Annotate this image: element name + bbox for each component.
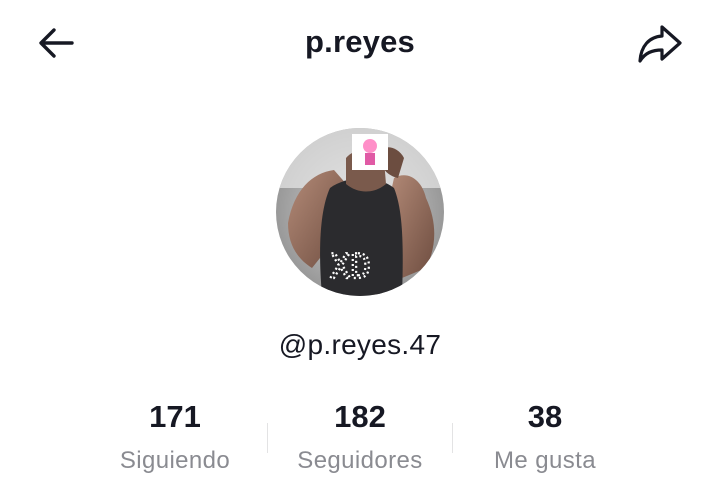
share-arrow-icon — [638, 25, 682, 63]
stat-following-count: 171 — [149, 399, 201, 434]
stat-following[interactable]: 171 Siguiendo — [82, 395, 268, 481]
page-title: p.reyes — [305, 24, 415, 59]
username-handle: @p.reyes.47 — [278, 329, 442, 360]
stat-likes[interactable]: 38 Me gusta — [452, 395, 638, 481]
profile-photo: XD — [276, 128, 444, 296]
profile-stats: 171 Siguiendo 182 Seguidores 38 Me gusta — [0, 395, 720, 485]
stat-following-label: Siguiendo — [119, 447, 231, 474]
stat-likes-count: 38 — [527, 399, 563, 434]
avatar-xd-text: XD — [330, 247, 371, 287]
stat-followers-label: Seguidores — [297, 447, 423, 474]
top-bar: p.reyes — [0, 0, 720, 90]
share-button[interactable] — [633, 17, 685, 69]
stat-followers-count: 182 — [334, 399, 386, 434]
avatar[interactable]: XD — [276, 128, 444, 296]
stat-followers[interactable]: 182 Seguidores — [267, 395, 453, 481]
stat-likes-label: Me gusta — [494, 447, 596, 474]
